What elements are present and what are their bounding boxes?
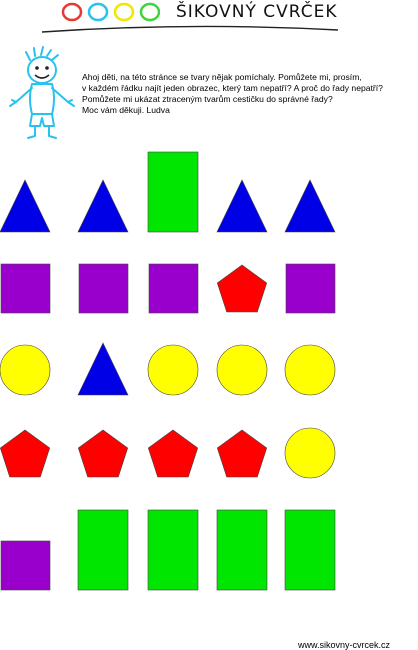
- pentagon-shape: [216, 264, 268, 313]
- circle-shape: [284, 344, 336, 396]
- shape-grid: [0, 151, 336, 591]
- circle-shape: [284, 427, 336, 479]
- circle-shape: [147, 344, 199, 396]
- pentagon-shape: [216, 429, 268, 478]
- square-shape: [0, 540, 51, 591]
- square-shape: [148, 263, 199, 314]
- rectangle-shape: [147, 509, 199, 591]
- circle-shape: [0, 344, 51, 396]
- pentagon-shape: [77, 429, 129, 478]
- rectangle-shape: [284, 509, 336, 591]
- triangle-shape: [216, 179, 268, 233]
- pentagon-shape: [0, 429, 51, 478]
- rectangle-shape: [77, 509, 129, 591]
- triangle-shape: [77, 179, 129, 233]
- triangle-shape: [77, 342, 129, 396]
- square-shape: [0, 263, 51, 314]
- rectangle-shape: [216, 509, 268, 591]
- square-shape: [285, 263, 336, 314]
- triangle-shape: [0, 179, 51, 233]
- circle-shape: [216, 344, 268, 396]
- square-shape: [78, 263, 129, 314]
- pentagon-shape: [147, 429, 199, 478]
- footer-url[interactable]: www.sikovny-cvrcek.cz: [298, 640, 390, 650]
- rectangle-shape: [147, 151, 199, 233]
- triangle-shape: [284, 179, 336, 233]
